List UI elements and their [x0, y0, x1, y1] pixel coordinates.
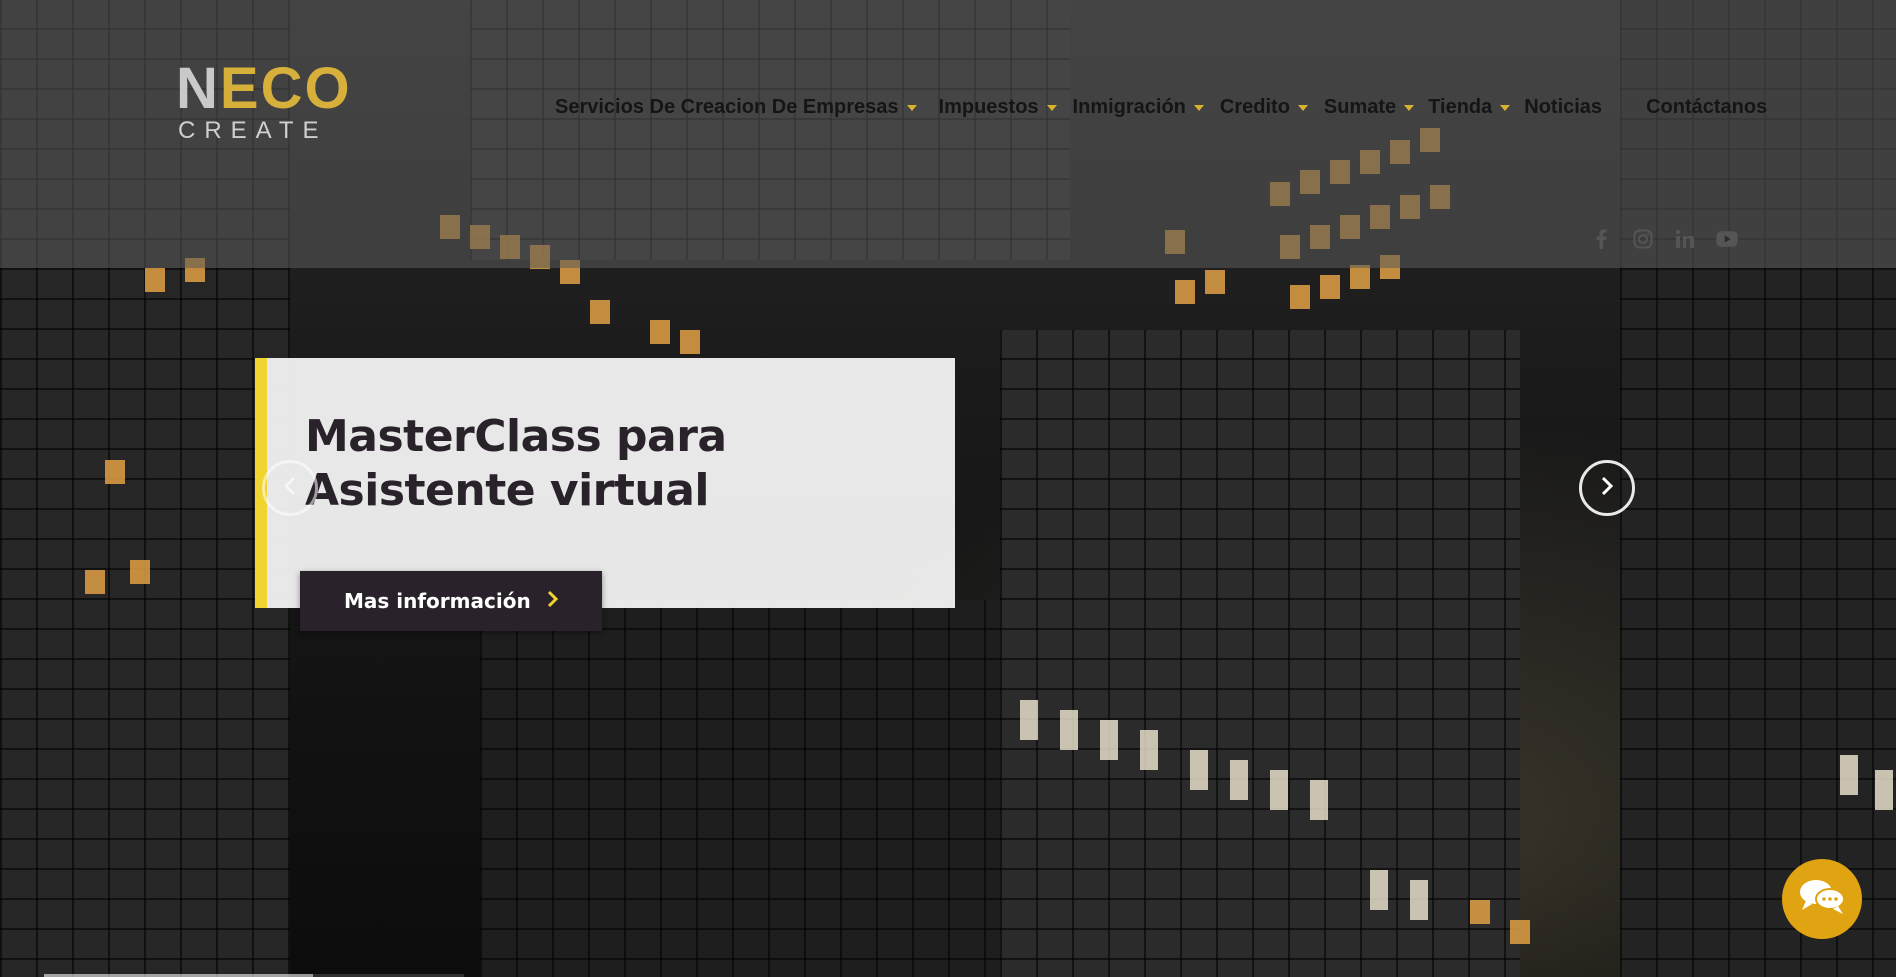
linkedin-icon[interactable]: [1674, 228, 1696, 250]
chevron-right-icon: [1600, 476, 1614, 501]
nav-item-label: Credito: [1219, 95, 1290, 118]
youtube-icon[interactable]: [1716, 228, 1738, 250]
logo-tagline: CREATE: [178, 117, 328, 144]
slide-title-line1: MasterClass para: [305, 411, 727, 462]
nav-item-noticias[interactable]: Noticias: [1524, 96, 1602, 119]
logo-wordmark: NECO: [176, 56, 352, 121]
caret-down-icon: [1500, 105, 1511, 111]
mas-informacion-button[interactable]: Mas información: [300, 571, 602, 631]
facebook-icon[interactable]: [1590, 228, 1612, 250]
chat-widget-button[interactable]: [1782, 859, 1862, 939]
site-header: NECO CREATE Servicios De Creacion De Emp…: [0, 0, 1896, 268]
nav-item-contactanos[interactable]: Contáctanos: [1646, 96, 1767, 119]
nav-item-label: Inmigración: [1072, 95, 1186, 118]
building-center-right: [1000, 330, 1520, 977]
nav-item-label: Noticias: [1524, 95, 1603, 118]
chevron-right-icon: [547, 590, 559, 612]
cta-label: Mas información: [344, 589, 531, 613]
nav-item-inmigracion[interactable]: Inmigración: [1073, 96, 1204, 119]
nav-item-label: Tienda: [1428, 95, 1493, 118]
slide-title: MasterClass para Asistente virtual: [305, 410, 865, 518]
brand-logo[interactable]: NECO CREATE: [176, 56, 352, 143]
caret-down-icon: [1046, 105, 1057, 111]
nav-item-impuestos[interactable]: Impuestos: [939, 96, 1057, 119]
nav-item-sumate[interactable]: Sumate: [1323, 95, 1415, 119]
caret-down-icon: [1297, 105, 1308, 111]
nav-item-credito[interactable]: Credito: [1220, 96, 1308, 119]
chevron-left-icon: [283, 476, 297, 501]
slide-title-line2: Asistente virtual: [305, 465, 710, 516]
chat-bubbles-icon: [1798, 877, 1846, 922]
nav-item-label: Servicios De Creacion De Empresas: [555, 95, 899, 118]
slider-prev-button[interactable]: [262, 460, 318, 516]
building-bottom-center: [480, 600, 1040, 977]
nav-item-servicios[interactable]: Servicios De Creacion De Empresas: [555, 96, 917, 119]
nav-item-label: Impuestos: [938, 95, 1039, 118]
nav-item-label: Sumate: [1323, 95, 1397, 118]
main-navigation: Servicios De Creacion De Empresas Impues…: [555, 94, 1767, 120]
nav-item-label: Contáctanos: [1646, 95, 1768, 118]
caret-down-icon: [1404, 105, 1415, 111]
caret-down-icon: [1193, 105, 1204, 111]
nav-item-tienda[interactable]: Tienda: [1428, 95, 1511, 119]
caret-down-icon: [906, 105, 917, 111]
slider-next-button[interactable]: [1579, 460, 1635, 516]
social-links: [1590, 228, 1738, 250]
instagram-icon[interactable]: [1632, 228, 1654, 250]
